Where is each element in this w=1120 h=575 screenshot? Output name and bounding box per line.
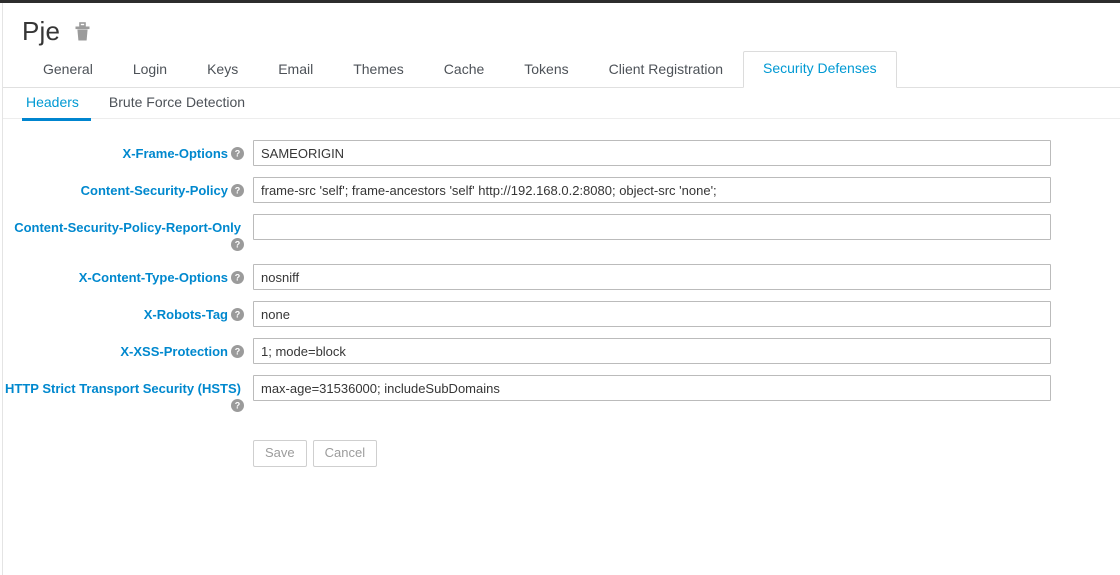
primary-tab-bar: General Login Keys Email Themes Cache To…	[3, 51, 1120, 88]
form-row-content-security-policy: Content-Security-Policy?	[3, 177, 1120, 203]
label-text: Content-Security-Policy-Report-Only	[14, 220, 241, 235]
page-content: Pje General Login Keys Email Themes Cach…	[3, 3, 1120, 575]
form-row-x-robots-tag: X-Robots-Tag?	[3, 301, 1120, 327]
tab-keys[interactable]: Keys	[187, 52, 258, 88]
cancel-button[interactable]: Cancel	[312, 440, 378, 467]
tab-email[interactable]: Email	[258, 52, 333, 88]
input-content-security-policy-report-only[interactable]	[253, 214, 1051, 240]
help-circle-icon[interactable]: ?	[231, 399, 244, 412]
help-circle-icon[interactable]: ?	[231, 238, 244, 251]
form-row-x-frame-options: X-Frame-Options?	[3, 140, 1120, 166]
tab-themes[interactable]: Themes	[333, 52, 424, 88]
label-text: X-XSS-Protection	[120, 344, 228, 359]
help-circle-icon[interactable]: ?	[231, 308, 244, 321]
help-circle-icon[interactable]: ?	[231, 345, 244, 358]
form-row-hsts: HTTP Strict Transport Security (HSTS)?	[3, 375, 1120, 414]
form-row-content-security-policy-report-only: Content-Security-Policy-Report-Only?	[3, 214, 1120, 253]
app-root: Pje General Login Keys Email Themes Cach…	[0, 0, 1120, 575]
input-wrap-x-robots-tag	[253, 301, 1120, 327]
label-text: X-Content-Type-Options	[78, 270, 228, 285]
svg-text:?: ?	[235, 401, 241, 411]
input-wrap-content-security-policy	[253, 177, 1120, 203]
svg-text:?: ?	[235, 347, 241, 357]
form-row-x-content-type-options: X-Content-Type-Options?	[3, 264, 1120, 290]
page-header: Pje	[3, 3, 1120, 47]
save-button[interactable]: Save	[253, 440, 307, 467]
help-circle-icon[interactable]: ?	[231, 147, 244, 160]
tab-security-defenses[interactable]: Security Defenses	[743, 51, 897, 88]
label-text: X-Frame-Options	[122, 146, 228, 161]
tab-tokens[interactable]: Tokens	[504, 52, 588, 88]
input-wrap-x-frame-options	[253, 140, 1120, 166]
label-x-xss-protection: X-XSS-Protection?	[3, 338, 253, 360]
label-hsts: HTTP Strict Transport Security (HSTS)?	[3, 375, 253, 414]
svg-text:?: ?	[235, 149, 241, 159]
label-text: X-Robots-Tag	[143, 307, 228, 322]
label-content-security-policy: Content-Security-Policy?	[3, 177, 253, 199]
input-x-content-type-options[interactable]	[253, 264, 1051, 290]
security-headers-form: X-Frame-Options? Content-Security-Policy…	[3, 119, 1120, 467]
secondary-tab-bar: Headers Brute Force Detection	[3, 88, 1120, 121]
label-x-frame-options: X-Frame-Options?	[3, 140, 253, 162]
trash-icon[interactable]	[74, 22, 91, 42]
tab-general[interactable]: General	[23, 52, 113, 88]
help-circle-icon[interactable]: ?	[231, 271, 244, 284]
tab-cache[interactable]: Cache	[424, 52, 504, 88]
svg-text:?: ?	[235, 273, 241, 283]
subtab-headers[interactable]: Headers	[22, 88, 91, 121]
input-x-frame-options[interactable]	[253, 140, 1051, 166]
page-title: Pje	[22, 16, 61, 46]
input-wrap-x-xss-protection	[253, 338, 1120, 364]
subtab-brute-force-detection[interactable]: Brute Force Detection	[105, 88, 257, 121]
input-wrap-content-security-policy-report-only	[253, 214, 1120, 240]
label-x-content-type-options: X-Content-Type-Options?	[3, 264, 253, 286]
tab-login[interactable]: Login	[113, 52, 187, 88]
input-hsts[interactable]	[253, 375, 1051, 401]
help-circle-icon[interactable]: ?	[231, 184, 244, 197]
svg-text:?: ?	[235, 240, 241, 250]
input-content-security-policy[interactable]	[253, 177, 1051, 203]
actions-offset	[3, 440, 253, 467]
input-wrap-hsts	[253, 375, 1120, 401]
input-x-robots-tag[interactable]	[253, 301, 1051, 327]
input-wrap-x-content-type-options	[253, 264, 1120, 290]
label-content-security-policy-report-only: Content-Security-Policy-Report-Only?	[3, 214, 253, 253]
label-text: Content-Security-Policy	[80, 183, 228, 198]
svg-text:?: ?	[235, 186, 241, 196]
label-x-robots-tag: X-Robots-Tag?	[3, 301, 253, 323]
input-x-xss-protection[interactable]	[253, 338, 1051, 364]
tab-client-registration[interactable]: Client Registration	[589, 52, 743, 88]
svg-text:?: ?	[235, 310, 241, 320]
label-text: HTTP Strict Transport Security (HSTS)	[5, 381, 241, 396]
form-actions: Save Cancel	[3, 440, 1120, 467]
form-row-x-xss-protection: X-XSS-Protection?	[3, 338, 1120, 364]
